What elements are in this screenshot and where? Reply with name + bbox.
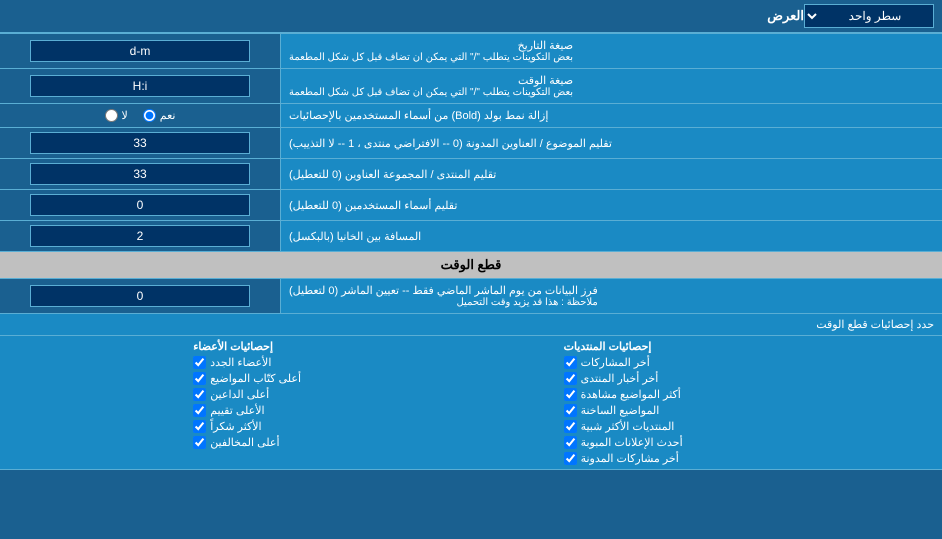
col2-title: إحصائيات الأعضاء	[193, 340, 563, 353]
days-filter-label: فرز البيانات من يوم الماشر الماضي فقط --…	[280, 279, 942, 313]
column-gap-input[interactable]	[30, 225, 250, 247]
checkbox-similar-forums[interactable]: المنتديات الأكثر شبية	[564, 420, 934, 433]
limit-title-row: حدد إحصائيات قطع الوقت	[0, 314, 942, 336]
days-filter-input-cell	[0, 279, 280, 313]
radio-yes[interactable]: نعم	[143, 109, 176, 122]
forum-trim-input-cell	[0, 159, 280, 189]
username-trim-input[interactable]	[30, 194, 250, 216]
display-dropdown-container[interactable]: سطر واحد سطرين ثلاثة أسطر	[804, 4, 934, 28]
checkbox-most-viewed[interactable]: أكثر المواضيع مشاهدة	[564, 388, 934, 401]
forum-trim-row: تقليم المنتدى / المجموعة العناوين (0 للت…	[0, 159, 942, 190]
forum-trim-label: تقليم المنتدى / المجموعة العناوين (0 للت…	[280, 159, 942, 189]
days-filter-input[interactable]	[30, 285, 250, 307]
checkbox-area: إحصائيات المنتديات أخر المشاركات أخر أخب…	[0, 336, 942, 470]
date-format-input[interactable]	[30, 40, 250, 62]
checkbox-top-rated[interactable]: الأعلى تقييم	[193, 404, 563, 417]
checkbox-hot-topics[interactable]: المواضيع الساخنة	[564, 404, 934, 417]
realtime-section-header: قطع الوقت	[0, 252, 942, 279]
checkbox-latest-posts[interactable]: أخر المشاركات	[564, 356, 934, 369]
col1-title: إحصائيات المنتديات	[564, 340, 934, 353]
date-format-label: صيغة التاريخ بعض التكوينات يتطلب "/" الت…	[280, 34, 942, 68]
time-format-input[interactable]	[30, 75, 250, 97]
date-format-row: صيغة التاريخ بعض التكوينات يتطلب "/" الت…	[0, 34, 942, 69]
topic-trim-label: تقليم الموضوع / العناوين المدونة (0 -- ا…	[280, 128, 942, 158]
username-trim-label: تقليم أسماء المستخدمين (0 للتعطيل)	[280, 190, 942, 220]
forum-trim-input[interactable]	[30, 163, 250, 185]
header-row: سطر واحد سطرين ثلاثة أسطر العرض	[0, 0, 942, 34]
column-gap-input-cell	[0, 221, 280, 251]
limit-title: حدد إحصائيات قطع الوقت	[8, 318, 934, 331]
topic-trim-input-cell	[0, 128, 280, 158]
username-trim-input-cell	[0, 190, 280, 220]
time-format-label: صيغة الوقت بعض التكوينات يتطلب "/" التي …	[280, 69, 942, 103]
topic-trim-row: تقليم الموضوع / العناوين المدونة (0 -- ا…	[0, 128, 942, 159]
days-filter-row: فرز البيانات من يوم الماشر الماضي فقط --…	[0, 279, 942, 314]
username-trim-row: تقليم أسماء المستخدمين (0 للتعطيل)	[0, 190, 942, 221]
checkbox-blog-posts[interactable]: أخر مشاركات المدونة	[564, 452, 934, 465]
checkbox-top-violations[interactable]: أعلى المخالفين	[193, 436, 563, 449]
bold-remove-row: إزالة نمط بولد (Bold) من أسماء المستخدمي…	[0, 104, 942, 128]
bold-remove-label: إزالة نمط بولد (Bold) من أسماء المستخدمي…	[280, 104, 942, 127]
column-gap-row: المسافة بين الخانيا (بالبكسل)	[0, 221, 942, 252]
date-format-input-cell	[0, 34, 280, 68]
checkbox-forum-news[interactable]: أخر أخبار المنتدى	[564, 372, 934, 385]
forums-stats-col: إحصائيات المنتديات أخر المشاركات أخر أخب…	[564, 340, 934, 465]
members-stats-col: إحصائيات الأعضاء الأعضاء الجدد أعلى كتّا…	[193, 340, 563, 465]
time-format-input-cell	[0, 69, 280, 103]
extra-col	[8, 340, 193, 465]
radio-no[interactable]: لا	[105, 109, 128, 122]
checkbox-top-inviters[interactable]: أعلى الداعين	[193, 388, 563, 401]
checkbox-most-thanked[interactable]: الأكثر شكراً	[193, 420, 563, 433]
header-title: العرض	[8, 8, 804, 24]
checkbox-top-writers[interactable]: أعلى كتّاب المواضيع	[193, 372, 563, 385]
checkbox-new-members[interactable]: الأعضاء الجدد	[193, 356, 563, 369]
topic-trim-input[interactable]	[30, 132, 250, 154]
bold-remove-radio-cell: نعم لا	[0, 104, 280, 127]
column-gap-label: المسافة بين الخانيا (بالبكسل)	[280, 221, 942, 251]
checkbox-latest-classified[interactable]: أحدث الإعلانات المبوبة	[564, 436, 934, 449]
time-format-row: صيغة الوقت بعض التكوينات يتطلب "/" التي …	[0, 69, 942, 104]
display-select[interactable]: سطر واحد سطرين ثلاثة أسطر	[804, 4, 934, 28]
